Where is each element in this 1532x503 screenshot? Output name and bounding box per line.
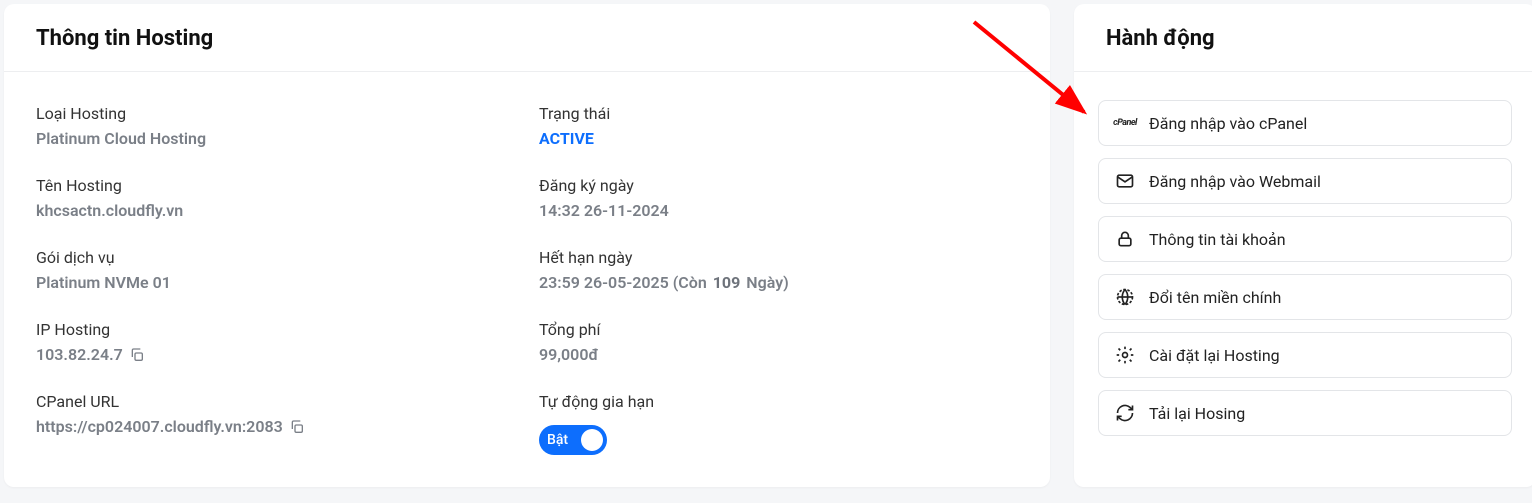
- field-label: Loại Hosting: [36, 104, 515, 123]
- action-label: Đăng nhập vào Webmail: [1149, 172, 1321, 191]
- toggle-knob: [581, 429, 603, 451]
- gear-icon: [1115, 345, 1135, 365]
- globe-icon: [1115, 287, 1135, 307]
- toggle-label: Bật: [547, 432, 568, 448]
- field-value: Platinum NVMe 01: [36, 273, 171, 292]
- field-label: Hết hạn ngày: [539, 248, 1018, 267]
- field-label: Đăng ký ngày: [539, 176, 1018, 195]
- field-label: Tên Hosting: [36, 176, 515, 195]
- field-status: Trạng thái ACTIVE: [539, 104, 1018, 148]
- actions-header: Hành động: [1074, 4, 1532, 72]
- field-label: Trạng thái: [539, 104, 1018, 123]
- hosting-info-header: Thông tin Hosting: [4, 4, 1050, 72]
- field-label: Tự động gia hạn: [539, 392, 1018, 411]
- field-value: 14:32 26-11-2024: [539, 201, 669, 220]
- expires-days: 109: [713, 273, 741, 292]
- status-badge: ACTIVE: [539, 129, 1018, 148]
- action-label: Thông tin tài khoản: [1149, 230, 1286, 249]
- field-value: https://cp024007.cloudfly.vn:2083: [36, 417, 305, 436]
- login-webmail-button[interactable]: Đăng nhập vào Webmail: [1098, 158, 1512, 204]
- actions-title: Hành động: [1106, 26, 1504, 51]
- field-label: Tổng phí: [539, 320, 1018, 339]
- auto-renew-toggle[interactable]: Bật: [539, 425, 607, 455]
- mail-icon: [1115, 171, 1135, 191]
- cpanel-icon: cPanel: [1115, 113, 1135, 133]
- field-value: 103.82.24.7: [36, 345, 145, 364]
- action-label: Đăng nhập vào cPanel: [1149, 114, 1307, 133]
- field-value: khcsactn.cloudfly.vn: [36, 201, 183, 220]
- hosting-info-title: Thông tin Hosting: [36, 26, 1018, 51]
- refresh-icon: [1115, 403, 1135, 423]
- cpanel-url-value: https://cp024007.cloudfly.vn:2083: [36, 417, 283, 436]
- field-value: 99,000đ: [539, 345, 598, 364]
- actions-card: Hành động cPanel Đăng nhập vào cPanel Đăng…: [1074, 4, 1532, 487]
- copy-icon[interactable]: [289, 419, 305, 435]
- expires-prefix: 23:59 26-05-2025 (Còn: [539, 273, 707, 292]
- action-label: Tải lại Hosing: [1149, 404, 1245, 423]
- field-cpanel-url: CPanel URL https://cp024007.cloudfly.vn:…: [36, 392, 515, 455]
- field-plan: Gói dịch vụ Platinum NVMe 01: [36, 248, 515, 292]
- field-value: Platinum Cloud Hosting: [36, 129, 206, 148]
- login-cpanel-button[interactable]: cPanel Đăng nhập vào cPanel: [1098, 100, 1512, 146]
- field-auto-renew: Tự động gia hạn Bật: [539, 392, 1018, 455]
- field-label: CPanel URL: [36, 392, 515, 411]
- change-domain-button[interactable]: Đổi tên miền chính: [1098, 274, 1512, 320]
- field-value: 23:59 26-05-2025 (Còn 109 Ngày): [539, 273, 789, 292]
- field-label: Gói dịch vụ: [36, 248, 515, 267]
- field-registered: Đăng ký ngày 14:32 26-11-2024: [539, 176, 1018, 220]
- field-hosting-name: Tên Hosting khcsactn.cloudfly.vn: [36, 176, 515, 220]
- ip-value: 103.82.24.7: [36, 345, 123, 364]
- action-label: Cài đặt lại Hosting: [1149, 346, 1280, 365]
- field-hosting-type: Loại Hosting Platinum Cloud Hosting: [36, 104, 515, 148]
- action-label: Đổi tên miền chính: [1149, 288, 1281, 307]
- hosting-info-card: Thông tin Hosting Loại Hosting Platinum …: [4, 4, 1050, 487]
- reload-hosting-button[interactable]: Tải lại Hosing: [1098, 390, 1512, 436]
- field-total: Tổng phí 99,000đ: [539, 320, 1018, 364]
- field-label: IP Hosting: [36, 320, 515, 339]
- account-info-button[interactable]: Thông tin tài khoản: [1098, 216, 1512, 262]
- lock-icon: [1115, 229, 1135, 249]
- field-ip: IP Hosting 103.82.24.7: [36, 320, 515, 364]
- copy-icon[interactable]: [129, 347, 145, 363]
- expires-suffix: Ngày): [746, 273, 788, 292]
- reinstall-hosting-button[interactable]: Cài đặt lại Hosting: [1098, 332, 1512, 378]
- field-expires: Hết hạn ngày 23:59 26-05-2025 (Còn 109 N…: [539, 248, 1018, 292]
